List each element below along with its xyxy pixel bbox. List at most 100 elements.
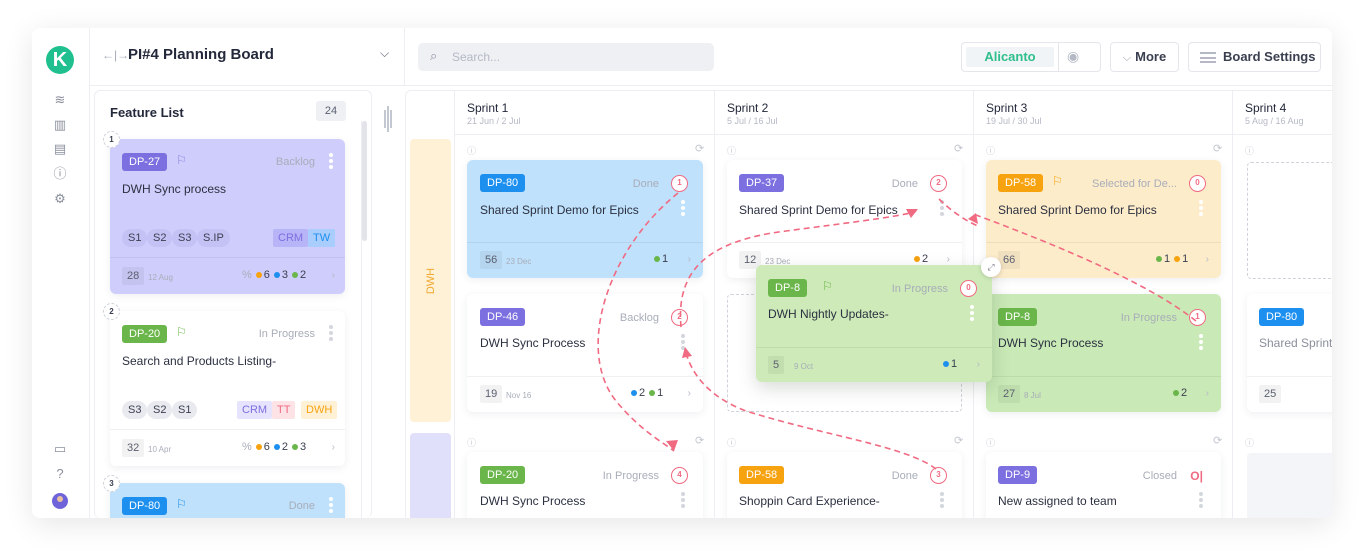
sync-icon[interactable]: ⟳	[1213, 142, 1222, 155]
feature-id-tag[interactable]: DP-80	[122, 497, 168, 515]
dependency-badge[interactable]: 2	[930, 175, 947, 192]
chevron-right-icon[interactable]: ›	[1206, 254, 1209, 265]
dependency-badge[interactable]: 3	[930, 467, 947, 484]
flag-icon[interactable]: ⚐	[176, 153, 187, 167]
info-icon[interactable]: ⓘ	[467, 144, 476, 157]
swimlane[interactable]	[410, 433, 451, 518]
team-selector[interactable]: Alicanto ◉	[961, 42, 1101, 72]
feature-id-tag[interactable]: DP-58	[739, 466, 785, 484]
sync-icon[interactable]: ⟳	[695, 142, 704, 155]
flag-icon[interactable]: ⚐	[1052, 174, 1063, 188]
resize-handle[interactable]	[383, 106, 393, 132]
info-icon[interactable]: ⓘ	[727, 436, 736, 449]
info-icon[interactable]: ⓘ	[986, 436, 995, 449]
more-options-icon[interactable]	[1199, 334, 1203, 352]
feature-id-tag[interactable]: DP-37	[739, 174, 785, 192]
sync-icon[interactable]: ⟳	[1213, 434, 1222, 447]
flag-icon[interactable]: ⚐	[822, 279, 833, 293]
more-options-icon[interactable]	[970, 305, 974, 323]
feature-card[interactable]: DP-80 Done Shared Sprint Demo for Epics …	[467, 160, 703, 278]
team-name[interactable]: Alicanto	[966, 47, 1054, 67]
feature-card[interactable]: DP-46 Backlog DWH Sync Process 19 Nov 16…	[467, 294, 703, 412]
board-settings-button[interactable]: Board Settings	[1188, 42, 1321, 72]
feature-id-tag[interactable]: DP-20	[480, 466, 526, 484]
user-avatar[interactable]	[52, 493, 68, 509]
feature-id-tag[interactable]: DP-46	[480, 308, 526, 326]
feature-id-tag[interactable]: DP-80	[1259, 308, 1305, 326]
more-options-icon[interactable]	[940, 492, 944, 510]
feature-card[interactable]: DP-27 ⚐ Backlog DWH Sync process S1 S2 S…	[110, 139, 345, 294]
chevron-right-icon[interactable]: ›	[332, 270, 335, 281]
chevron-down-icon[interactable]: ⌵	[380, 46, 389, 61]
info-icon[interactable]: ⓘ	[727, 144, 736, 157]
flag-icon[interactable]: ⚐	[176, 325, 187, 339]
scrollbar[interactable]	[362, 121, 367, 241]
more-options-icon[interactable]	[1199, 200, 1203, 218]
feature-id-tag[interactable]: DP-20	[122, 325, 168, 343]
sync-icon[interactable]: ⟳	[695, 434, 704, 447]
dependency-badge[interactable]: 0	[1189, 175, 1206, 192]
chevron-right-icon[interactable]: ›	[688, 254, 691, 265]
collapse-icon[interactable]: ←|→	[102, 48, 129, 62]
dependency-badge[interactable]: 1	[671, 175, 688, 192]
more-options-icon[interactable]	[681, 492, 685, 510]
help-icon[interactable]: ?	[51, 465, 69, 483]
chat-icon[interactable]: ▭	[51, 440, 69, 458]
chevron-right-icon[interactable]: ›	[332, 442, 335, 453]
feature-card[interactable]: DP-8 In Progress DWH Sync Process 27 8 J…	[986, 294, 1221, 412]
map-icon[interactable]: ▥	[51, 116, 69, 134]
sync-icon[interactable]: ⟳	[954, 434, 963, 447]
search-input[interactable]: ⌕ Search...	[418, 43, 714, 71]
chevron-right-icon[interactable]: ›	[947, 254, 950, 265]
more-options-icon[interactable]	[681, 200, 685, 218]
feature-id-tag[interactable]: DP-8	[998, 308, 1038, 326]
blocked-link-icon[interactable]: O|	[1190, 469, 1203, 483]
info-icon[interactable]: ⓘ	[1245, 144, 1254, 157]
calendar-edit-icon[interactable]: ▤	[51, 140, 69, 158]
feature-card[interactable]: DP-80 Shared Sprint 25	[1247, 294, 1332, 412]
sprint-chip: S2	[147, 401, 173, 419]
info-icon[interactable]: ⓘ	[986, 144, 995, 157]
chevron-right-icon[interactable]: ›	[688, 388, 691, 399]
more-options-icon[interactable]	[940, 200, 944, 218]
dependency-badge[interactable]: 1	[1189, 309, 1206, 326]
alert-circle-icon[interactable]: ⓘ	[51, 165, 69, 183]
app-logo[interactable]: K	[46, 46, 74, 74]
chevron-right-icon[interactable]: ›	[1206, 388, 1209, 399]
feature-card[interactable]: DP-9 Closed O| New assigned to team	[986, 452, 1221, 518]
flag-icon[interactable]: ⚐	[176, 497, 187, 511]
more-options-icon[interactable]	[329, 497, 333, 515]
info-icon[interactable]: ⓘ	[467, 436, 476, 449]
dependency-badge[interactable]: 2	[671, 309, 688, 326]
feature-card[interactable]: DP-20 In Progress DWH Sync Process	[467, 452, 703, 518]
more-button[interactable]: ⌵ More	[1110, 42, 1179, 72]
feature-card[interactable]: DP-37 Done Shared Sprint Demo for Epics …	[727, 160, 962, 278]
progress-stats: % 6 2 3	[242, 441, 306, 453]
more-options-icon[interactable]	[1199, 492, 1203, 510]
feature-card[interactable]: DP-20 ⚐ In Progress Search and Products …	[110, 311, 345, 466]
dragged-feature-card[interactable]: DP-8 ⚐ In Progress DWH Nightly Updates- …	[756, 265, 992, 382]
sync-icon[interactable]: ⟳	[954, 142, 963, 155]
feature-id-tag[interactable]: DP-9	[998, 466, 1038, 484]
more-options-icon[interactable]	[681, 334, 685, 352]
expand-icon[interactable]: ⤢	[981, 257, 1001, 277]
feature-id-tag[interactable]: DP-58	[998, 174, 1044, 192]
eye-icon[interactable]: ◉	[1067, 48, 1079, 65]
dependency-badge[interactable]: 0	[960, 280, 977, 297]
dependency-badge[interactable]: 4	[671, 467, 688, 484]
chevron-right-icon[interactable]: ›	[977, 359, 980, 370]
info-icon[interactable]: ⓘ	[1245, 436, 1254, 449]
feature-id-tag[interactable]: DP-8	[768, 279, 808, 297]
feature-card[interactable]: DP-58 ⚐ Selected for De... Shared Sprint…	[986, 160, 1221, 278]
feature-card[interactable]: DP-58 Done Shoppin Card Experience-	[727, 452, 962, 518]
more-options-icon[interactable]	[329, 153, 333, 171]
layers-icon[interactable]: ≋	[51, 91, 69, 109]
board-selector[interactable]: ←|→ PI#4 Planning Board ⌵	[90, 28, 405, 86]
swimlane-dwh[interactable]: DWH	[410, 139, 451, 422]
feature-id-tag[interactable]: DP-80	[480, 174, 526, 192]
more-options-icon[interactable]	[329, 325, 333, 343]
feature-card[interactable]: DP-80 ⚐ Done	[110, 483, 345, 518]
feature-id-tag[interactable]: DP-27	[122, 153, 168, 171]
empty-drop-zone[interactable]	[1247, 162, 1332, 279]
gear-icon[interactable]: ⚙	[51, 190, 69, 208]
